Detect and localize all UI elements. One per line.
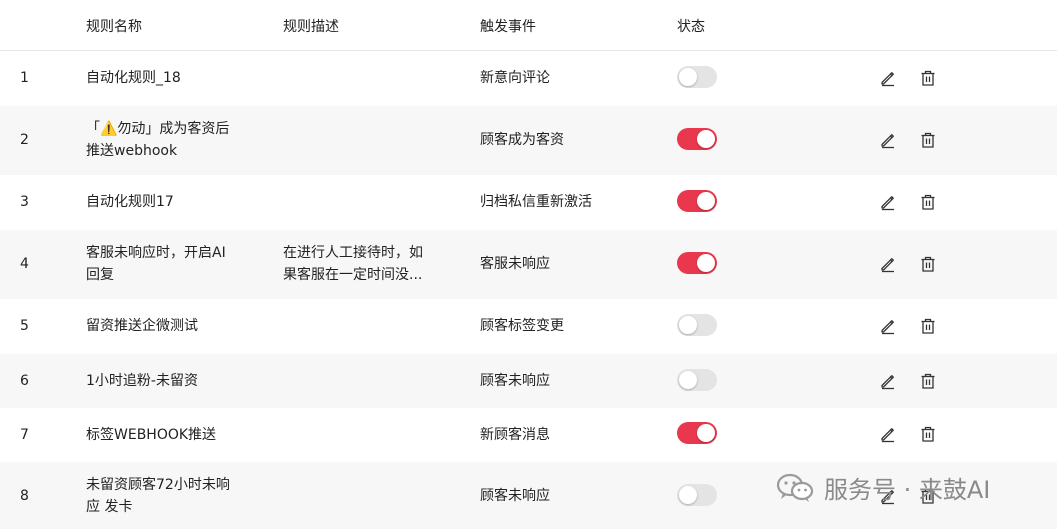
row-index: 5 xyxy=(20,318,29,334)
trigger-event: 新顾客消息 xyxy=(480,427,550,443)
rule-name: 客服未响应时，开启AI xyxy=(86,245,226,261)
toggle-knob xyxy=(697,130,715,148)
trash-icon[interactable] xyxy=(919,317,937,335)
rule-name-line2: 回复 xyxy=(86,267,114,283)
rule-name: 标签WEBHOOK推送 xyxy=(86,427,217,443)
status-toggle[interactable] xyxy=(677,422,717,444)
header-rule-desc: 规则描述 xyxy=(283,19,339,35)
table-row: 2 「⚠️勿动」成为客资后 推送webhook 顾客成为客资 xyxy=(0,106,1057,175)
watermark-text: 服务号 · 来鼓AI xyxy=(824,476,991,504)
rule-desc: 在进行人工接待时，如 xyxy=(283,245,423,261)
row-index: 3 xyxy=(20,194,29,210)
table-row: 4 客服未响应时，开启AI 回复 在进行人工接待时，如 果客服在一定时间没...… xyxy=(0,230,1057,299)
trigger-event: 客服未响应 xyxy=(480,256,550,272)
toggle-knob xyxy=(679,68,697,86)
row-index: 4 xyxy=(20,256,29,272)
edit-icon[interactable] xyxy=(879,372,897,390)
edit-icon[interactable] xyxy=(879,69,897,87)
rule-name-line2: 应 发卡 xyxy=(86,499,133,515)
status-toggle[interactable] xyxy=(677,128,717,150)
trigger-event: 顾客标签变更 xyxy=(480,318,564,334)
trash-icon[interactable] xyxy=(919,425,937,443)
edit-icon[interactable] xyxy=(879,425,897,443)
edit-icon[interactable] xyxy=(879,131,897,149)
table-row: 6 1小时追粉-未留资 顾客未响应 xyxy=(0,354,1057,408)
status-toggle[interactable] xyxy=(677,190,717,212)
trash-icon[interactable] xyxy=(919,131,937,149)
trigger-event: 新意向评论 xyxy=(480,70,550,86)
table-row: 3 自动化规则17 归档私信重新激活 xyxy=(0,175,1057,230)
status-toggle[interactable] xyxy=(677,66,717,88)
toggle-knob xyxy=(679,316,697,334)
rule-name: 留资推送企微测试 xyxy=(86,318,198,334)
toggle-knob xyxy=(697,192,715,210)
table-header: 规则名称 规则描述 触发事件 状态 xyxy=(0,0,1057,51)
trigger-event: 顾客成为客资 xyxy=(480,132,564,148)
header-status: 状态 xyxy=(677,19,705,35)
trash-icon[interactable] xyxy=(919,255,937,273)
rule-name: 1小时追粉-未留资 xyxy=(86,373,198,389)
trigger-event: 顾客未响应 xyxy=(480,373,550,389)
wechat-icon xyxy=(776,473,814,507)
header-trigger-event: 触发事件 xyxy=(480,19,536,35)
toggle-knob xyxy=(679,371,697,389)
status-toggle[interactable] xyxy=(677,252,717,274)
row-index: 7 xyxy=(20,427,29,443)
row-index: 2 xyxy=(20,132,29,148)
table-row: 5 留资推送企微测试 顾客标签变更 xyxy=(0,299,1057,354)
status-toggle[interactable] xyxy=(677,369,717,391)
rule-name: 自动化规则17 xyxy=(86,194,174,210)
rule-name: 「⚠️勿动」成为客资后 xyxy=(86,121,230,137)
toggle-knob xyxy=(697,254,715,272)
trash-icon[interactable] xyxy=(919,69,937,87)
trash-icon[interactable] xyxy=(919,372,937,390)
row-index: 1 xyxy=(20,70,29,86)
edit-icon[interactable] xyxy=(879,255,897,273)
rule-name: 未留资顾客72小时未响 xyxy=(86,477,230,493)
table-row: 7 标签WEBHOOK推送 新顾客消息 xyxy=(0,408,1057,462)
trash-icon[interactable] xyxy=(919,193,937,211)
edit-icon[interactable] xyxy=(879,193,897,211)
row-index: 8 xyxy=(20,488,29,504)
rule-desc-line2: 果客服在一定时间没... xyxy=(283,267,423,283)
rule-name: 自动化规则_18 xyxy=(86,70,181,86)
header-rule-name: 规则名称 xyxy=(86,19,142,35)
edit-icon[interactable] xyxy=(879,317,897,335)
rules-table: 规则名称 规则描述 触发事件 状态 1 自动化规则_18 新意向评论 2 「⚠️… xyxy=(0,0,1057,529)
trigger-event: 顾客未响应 xyxy=(480,488,550,504)
watermark: 服务号 · 来鼓AI xyxy=(776,473,990,507)
trigger-event: 归档私信重新激活 xyxy=(480,194,592,210)
table-row: 1 自动化规则_18 新意向评论 xyxy=(0,51,1057,106)
rule-name-line2: 推送webhook xyxy=(86,143,178,159)
toggle-knob xyxy=(697,424,715,442)
row-index: 6 xyxy=(20,373,29,389)
toggle-knob xyxy=(679,486,697,504)
status-toggle[interactable] xyxy=(677,314,717,336)
status-toggle[interactable] xyxy=(677,484,717,506)
